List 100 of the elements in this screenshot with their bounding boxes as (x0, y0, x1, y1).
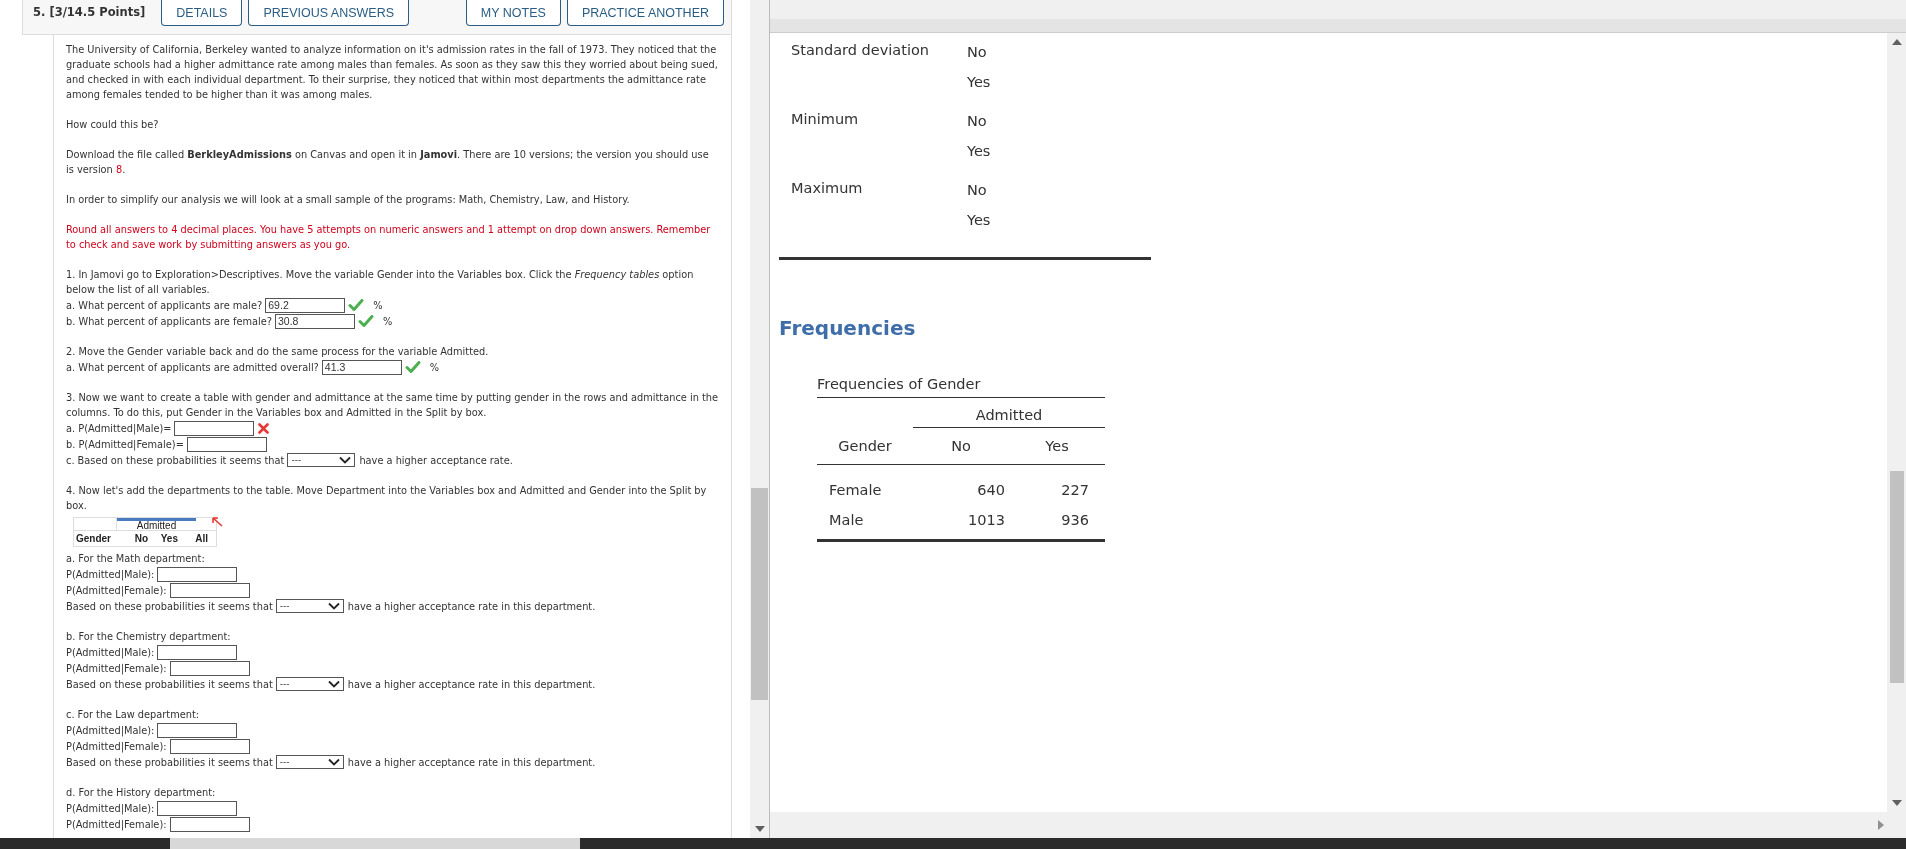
scrollbar[interactable] (1887, 33, 1906, 812)
question-text: P(Admitted|Male): (66, 802, 155, 814)
table-cell-text: Yes (967, 142, 991, 161)
scrollbar[interactable] (770, 812, 1906, 838)
table-cell-text: 1013 (967, 512, 1006, 528)
table-cell-text: No (967, 181, 988, 200)
question-text: P(Admitted|Male): (66, 724, 155, 736)
question-text: P(Admitted|Male): (66, 568, 155, 580)
chevron-down-icon (339, 456, 352, 464)
table-title: Frequencies of Gender (817, 376, 1105, 398)
notice-text: Round all answers to 4 decimal places. You have 5 attempts on numeric answers and 1 attempt on drop down answers. Remember to check and save work by submitting answers as you go. (66, 223, 712, 252)
header-button[interactable]: PREVIOUS ANSWERS (248, 0, 410, 26)
answer-field[interactable]: 69.2 (265, 297, 346, 313)
paragraph: 1. In Jamovi go to Exploration>Descriptives. Move the variable Gender into the Variables box. Click the Frequency tables option below the list of all variables. (66, 268, 695, 297)
dropdown[interactable]: --- (275, 599, 344, 613)
table-cell-text: No (967, 43, 988, 62)
dropdown[interactable]: --- (287, 453, 356, 467)
table-cell-text: No (967, 112, 988, 131)
scrollbar[interactable] (750, 0, 769, 838)
answer-field[interactable] (157, 644, 238, 660)
column-header: Yes (159, 533, 178, 544)
question-text: have a higher acceptance rate in this department. (347, 756, 596, 768)
question-text: a. What percent of applicants are admitted overall? (66, 361, 319, 373)
question-text: P(Admitted|Female): (66, 818, 167, 830)
section-heading: Frequencies (779, 316, 917, 340)
paragraph: The University of California, Berkeley wanted to analyze information on it's admission rates in the fall of 1973. They noticed that the graduate schools had a higher admittance rate among males than females. As soon as they saw this they worried about being sued, and checked in with each individual department. To their surprise, they noticed that within most departments the admittance rate among females tended to be higher than it was among males. (66, 43, 719, 102)
paragraph: d. For the History department: (66, 786, 217, 800)
question-text: P(Admitted|Female): (66, 740, 167, 752)
unit-label: % (429, 361, 440, 373)
unit-label: % (373, 299, 383, 311)
question-text: have a higher acceptance rate in this department. (347, 678, 596, 690)
question-text: P(Admitted|Female): (66, 662, 167, 674)
answer-field[interactable] (169, 738, 250, 754)
question-text: P(Admitted|Female): (66, 584, 167, 596)
table-cell-text: Male (828, 512, 865, 528)
paragraph: Download the file called BerkleyAdmissions on Canvas and open it in Jamovi. There are 10 versions; the version you should use is version 8. (66, 148, 710, 177)
column-header: All (194, 533, 208, 544)
scroll-down-icon[interactable] (1891, 800, 1902, 806)
column-header: Admitted (913, 407, 1105, 428)
question-text: c. Based on these probabilities it seems that (66, 454, 285, 466)
column-header: Yes (1044, 438, 1070, 454)
scroll-up-icon[interactable] (1891, 39, 1902, 45)
paragraph: 2. Move the Gender variable back and do the same process for the variable Admitted. (66, 345, 490, 359)
header-button[interactable]: PRACTICE ANOTHER (566, 0, 724, 26)
table-cell-text: Female (828, 482, 883, 498)
scrollbar-thumb[interactable] (751, 488, 768, 700)
answer-field[interactable]: 41.3 (321, 359, 402, 375)
dropdown[interactable]: --- (275, 677, 344, 691)
question-text: Based on these probabilities it seems that (66, 678, 273, 690)
answer-field[interactable] (174, 420, 255, 436)
question-points: [3/14.5 Points] (49, 5, 146, 19)
question-text: have a higher acceptance rate. (359, 454, 513, 466)
paragraph: b. For the Chemistry department: (66, 630, 232, 644)
scroll-down-icon[interactable] (754, 826, 765, 832)
question-text: a. What percent of applicants are male? (66, 299, 263, 311)
question-text: b. What percent of applicants are female? (66, 315, 272, 327)
unit-label: % (383, 315, 393, 327)
row-label: Standard deviation (790, 42, 930, 60)
question-text: have a higher acceptance rate in this department. (347, 600, 596, 612)
answer-field[interactable] (169, 816, 250, 832)
chevron-down-icon (327, 680, 340, 688)
paragraph: In order to simplify our analysis we will look at a small sample of the programs: Math, Chemistry, Law, and History. (66, 193, 631, 207)
table-cell-text: Yes (967, 73, 991, 92)
question-text: P(Admitted|Male): (66, 646, 155, 658)
paragraph: a. For the Math department: (66, 552, 206, 566)
table-cell-text: 640 (976, 482, 1006, 498)
column-header: Gender (75, 533, 112, 544)
answer-field[interactable] (157, 566, 238, 582)
column-header: Admitted (117, 518, 196, 530)
answer-field[interactable] (186, 436, 267, 452)
chevron-down-icon (327, 758, 340, 766)
header-button[interactable]: MY NOTES (465, 0, 561, 26)
dropdown[interactable]: --- (275, 755, 344, 769)
chevron-down-icon (327, 602, 340, 610)
paragraph: How could this be? (66, 118, 160, 132)
scroll-right-icon[interactable] (1878, 820, 1884, 830)
question-text: a. P(Admitted|Male)= (66, 422, 172, 434)
table-cell-text: 227 (1060, 482, 1090, 498)
column-header: Gender (837, 438, 893, 454)
row-label: Minimum (790, 111, 860, 129)
column-header: No (133, 533, 148, 544)
question-number: 5. (33, 5, 46, 19)
arrow-icon (210, 516, 224, 528)
answer-field[interactable] (169, 660, 250, 676)
answer-field[interactable] (157, 722, 238, 738)
scrollbar-thumb[interactable] (1889, 471, 1904, 683)
answer-field[interactable] (157, 800, 238, 816)
paragraph: 4. Now let's add the departments to the table. Move Department into the Variables box and Admitted and Gender into the Split by box. (66, 484, 708, 513)
question-text: Based on these probabilities it seems that (66, 756, 273, 768)
table-cell-text: Yes (967, 211, 991, 230)
paragraph: c. For the Law department: (66, 708, 201, 722)
question-text: Based on these probabilities it seems that (66, 600, 273, 612)
answer-field[interactable]: 30.8 (275, 313, 355, 329)
header-button[interactable]: DETAILS (161, 0, 243, 26)
question-text: b. P(Admitted|Female)= (66, 438, 184, 450)
answer-field[interactable] (169, 582, 250, 598)
row-label: Maximum (790, 180, 864, 198)
paragraph: 3. Now we want to create a table with gender and admittance at the same time by putting gender in the rows and admittance in the columns. To do this, put Gender in the Variables box and Admitted in the Split by box. (66, 391, 719, 420)
column-header: No (950, 438, 972, 454)
table-cell-text: 936 (1060, 512, 1090, 528)
